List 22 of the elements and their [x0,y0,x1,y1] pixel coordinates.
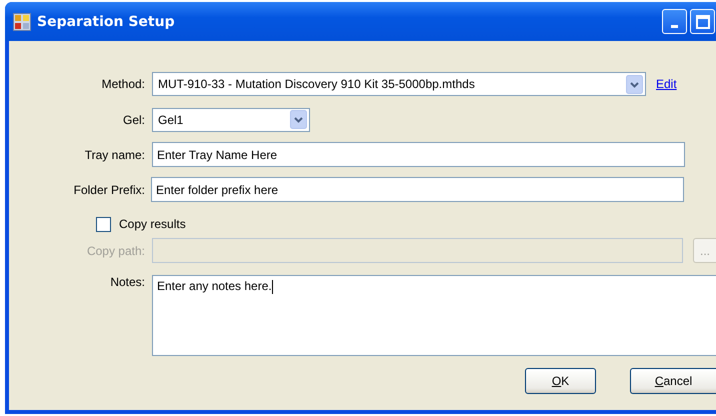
folder-prefix-field[interactable]: Enter folder prefix here [151,177,684,202]
minimize-button[interactable] [662,9,687,34]
notes-field[interactable]: Enter any notes here. [152,275,716,356]
copy-path-label: Copy path: [86,244,145,258]
maximize-icon [696,14,710,28]
notes-label: Notes: [109,275,145,289]
method-label: Method: [100,77,145,91]
tray-name-label: Tray name: [84,148,145,162]
folder-prefix-label: Folder Prefix: [72,182,145,196]
gel-label: Gel: [122,112,145,126]
method-dropdown[interactable]: MUT-910-33 - Mutation Discovery 910 Kit 35-5000bp.mthds [152,72,646,96]
minimize-icon [671,25,678,28]
gel-dropdown[interactable]: Gel1 [152,108,310,132]
cancel-button[interactable]: Cancel [630,368,716,394]
checkbox[interactable] [96,216,111,232]
maximize-button[interactable] [690,9,715,34]
window-title: Separation Setup [37,14,175,30]
copy-results-label: Copy results [119,217,186,231]
edit-link[interactable]: Edit [656,77,677,91]
app-icon [13,12,31,30]
ok-button[interactable]: OK [525,368,596,394]
tray-name-field[interactable]: Enter Tray Name Here [152,142,685,167]
